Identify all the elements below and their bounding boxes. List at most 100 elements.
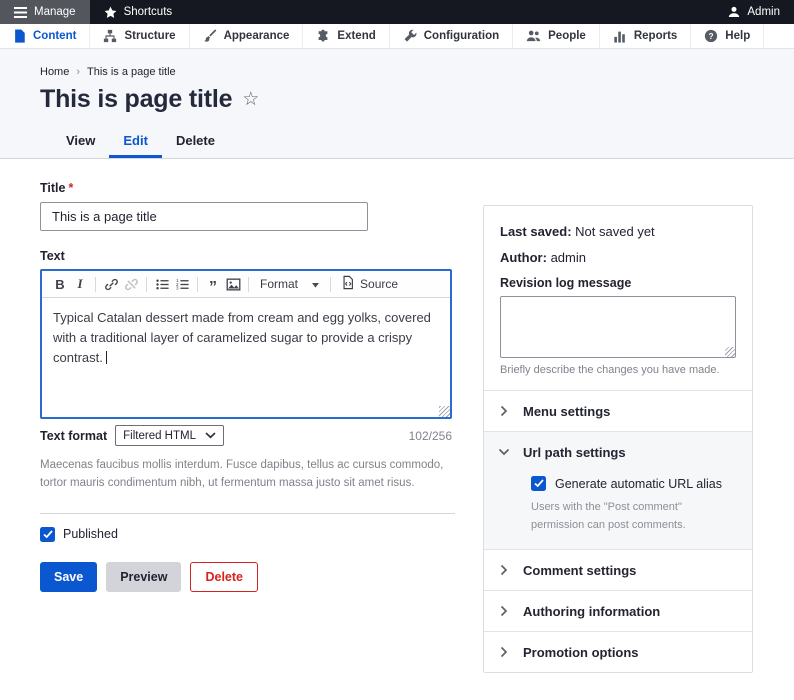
link-icon[interactable] bbox=[101, 274, 121, 295]
source-button[interactable]: Source bbox=[336, 275, 403, 293]
toolbar-separator bbox=[95, 277, 96, 292]
chevron-right-icon bbox=[500, 405, 508, 417]
source-label: Source bbox=[360, 277, 398, 291]
last-saved-label: Last saved: bbox=[500, 224, 572, 239]
save-button[interactable]: Save bbox=[40, 562, 97, 592]
comment-settings-toggle[interactable]: Comment settings bbox=[484, 550, 752, 590]
image-icon[interactable] bbox=[223, 274, 243, 295]
star-outline-icon[interactable]: ☆ bbox=[242, 88, 259, 111]
section-authoring-information: Authoring information bbox=[484, 590, 752, 631]
editor-content-area[interactable]: Typical Catalan dessert made from cream … bbox=[42, 298, 450, 417]
menu-item-content[interactable]: Content bbox=[0, 24, 90, 48]
url-alias-help: Users with the "Post comment" permission… bbox=[531, 499, 736, 534]
numbered-list-icon[interactable]: 123 bbox=[172, 274, 192, 295]
admin-menu: Content Structure Appearance Extend Conf… bbox=[0, 24, 794, 49]
menu-item-label: Help bbox=[725, 30, 750, 42]
text-format-select[interactable]: Filtered HTML bbox=[115, 425, 224, 446]
blockquote-icon[interactable]: ” bbox=[203, 274, 223, 295]
admin-account-button[interactable]: Admin bbox=[714, 0, 794, 24]
wrench-icon bbox=[403, 29, 417, 43]
text-format-value: Filtered HTML bbox=[123, 430, 196, 442]
promotion-options-toggle[interactable]: Promotion options bbox=[484, 632, 752, 672]
published-label: Published bbox=[63, 527, 118, 541]
delete-button[interactable]: Delete bbox=[190, 562, 258, 592]
bold-button[interactable]: B bbox=[50, 274, 70, 295]
hamburger-icon bbox=[14, 7, 27, 18]
title-field-label: Title* bbox=[40, 181, 452, 195]
form-divider bbox=[40, 513, 455, 514]
tab-delete[interactable]: Delete bbox=[162, 124, 229, 158]
section-title: Menu settings bbox=[523, 404, 610, 419]
menu-item-structure[interactable]: Structure bbox=[90, 24, 189, 48]
shortcuts-label: Shortcuts bbox=[124, 6, 173, 18]
bullet-list-icon[interactable] bbox=[152, 274, 172, 295]
format-dropdown[interactable]: Format bbox=[254, 277, 325, 291]
italic-button[interactable]: I bbox=[70, 274, 90, 295]
svg-text:?: ? bbox=[709, 31, 714, 41]
menu-item-configuration[interactable]: Configuration bbox=[390, 24, 513, 48]
menu-item-extend[interactable]: Extend bbox=[303, 24, 389, 48]
text-format-label: Text format bbox=[40, 429, 107, 443]
format-label: Format bbox=[260, 277, 298, 291]
preview-button[interactable]: Preview bbox=[106, 562, 181, 592]
menu-item-label: Content bbox=[33, 30, 76, 42]
revision-log-label: Revision log message bbox=[500, 276, 736, 290]
menu-item-label: Configuration bbox=[424, 30, 499, 42]
published-checkbox[interactable] bbox=[40, 527, 55, 542]
meta-sidebar: Last saved: Not saved yet Author: admin … bbox=[483, 205, 753, 673]
editor-text: Typical Catalan dessert made from cream … bbox=[53, 310, 431, 365]
puzzle-icon bbox=[316, 29, 330, 43]
breadcrumb-separator: › bbox=[76, 66, 80, 78]
menu-item-help[interactable]: ? Help bbox=[691, 24, 764, 48]
menu-settings-toggle[interactable]: Menu settings bbox=[484, 391, 752, 431]
menu-item-reports[interactable]: Reports bbox=[600, 24, 691, 48]
section-promotion-options: Promotion options bbox=[484, 631, 752, 672]
editor-resize-handle[interactable] bbox=[439, 406, 450, 417]
url-alias-label: Generate automatic URL alias bbox=[555, 477, 722, 491]
unlink-icon[interactable] bbox=[121, 274, 141, 295]
revision-log-textarea[interactable] bbox=[500, 296, 736, 358]
manage-menu-button[interactable]: Manage bbox=[0, 0, 90, 24]
chevron-down-icon bbox=[500, 446, 508, 458]
text-cursor bbox=[106, 351, 107, 364]
admin-toolbar: Manage Shortcuts Admin bbox=[0, 0, 794, 24]
sitemap-icon bbox=[103, 29, 117, 43]
page-header: Home › This is a page title This is page… bbox=[0, 49, 794, 159]
primary-tabs: View Edit Delete bbox=[52, 124, 794, 158]
toolbar-separator bbox=[146, 277, 147, 292]
textarea-resize-handle[interactable] bbox=[725, 347, 735, 357]
breadcrumb: Home › This is a page title bbox=[40, 66, 794, 78]
toolbar-separator bbox=[248, 277, 249, 292]
page-title: This is page title bbox=[40, 85, 232, 114]
star-icon bbox=[104, 6, 117, 19]
menu-item-appearance[interactable]: Appearance bbox=[190, 24, 304, 48]
tab-edit[interactable]: Edit bbox=[109, 124, 162, 158]
revision-log-help: Briefly describe the changes you have ma… bbox=[500, 364, 736, 376]
breadcrumb-current: This is a page title bbox=[87, 66, 176, 78]
section-title: Url path settings bbox=[523, 445, 626, 460]
chevron-right-icon bbox=[500, 646, 508, 658]
admin-label: Admin bbox=[747, 6, 780, 18]
chevron-down-icon bbox=[205, 430, 216, 442]
shortcuts-menu-button[interactable]: Shortcuts bbox=[90, 0, 187, 24]
chevron-right-icon bbox=[500, 605, 508, 617]
menu-item-people[interactable]: People bbox=[513, 24, 600, 48]
breadcrumb-home-link[interactable]: Home bbox=[40, 66, 69, 78]
wysiwyg-editor: B I 123 ” bbox=[40, 269, 452, 419]
character-counter: 102/256 bbox=[409, 429, 452, 443]
brush-icon bbox=[203, 29, 217, 43]
authoring-information-toggle[interactable]: Authoring information bbox=[484, 591, 752, 631]
url-alias-checkbox[interactable] bbox=[531, 476, 546, 491]
url-path-settings-toggle[interactable]: Url path settings bbox=[484, 432, 752, 472]
topbar-spacer bbox=[186, 0, 714, 24]
file-icon bbox=[13, 29, 26, 43]
menu-item-label: People bbox=[548, 30, 586, 42]
editor-toolbar: B I 123 ” bbox=[42, 271, 450, 298]
tab-view[interactable]: View bbox=[52, 124, 109, 158]
user-icon bbox=[728, 6, 740, 18]
menu-item-label: Reports bbox=[634, 30, 677, 42]
section-title: Authoring information bbox=[523, 604, 660, 619]
people-icon bbox=[526, 29, 541, 43]
title-input[interactable] bbox=[40, 202, 368, 231]
menu-item-label: Appearance bbox=[224, 30, 290, 42]
